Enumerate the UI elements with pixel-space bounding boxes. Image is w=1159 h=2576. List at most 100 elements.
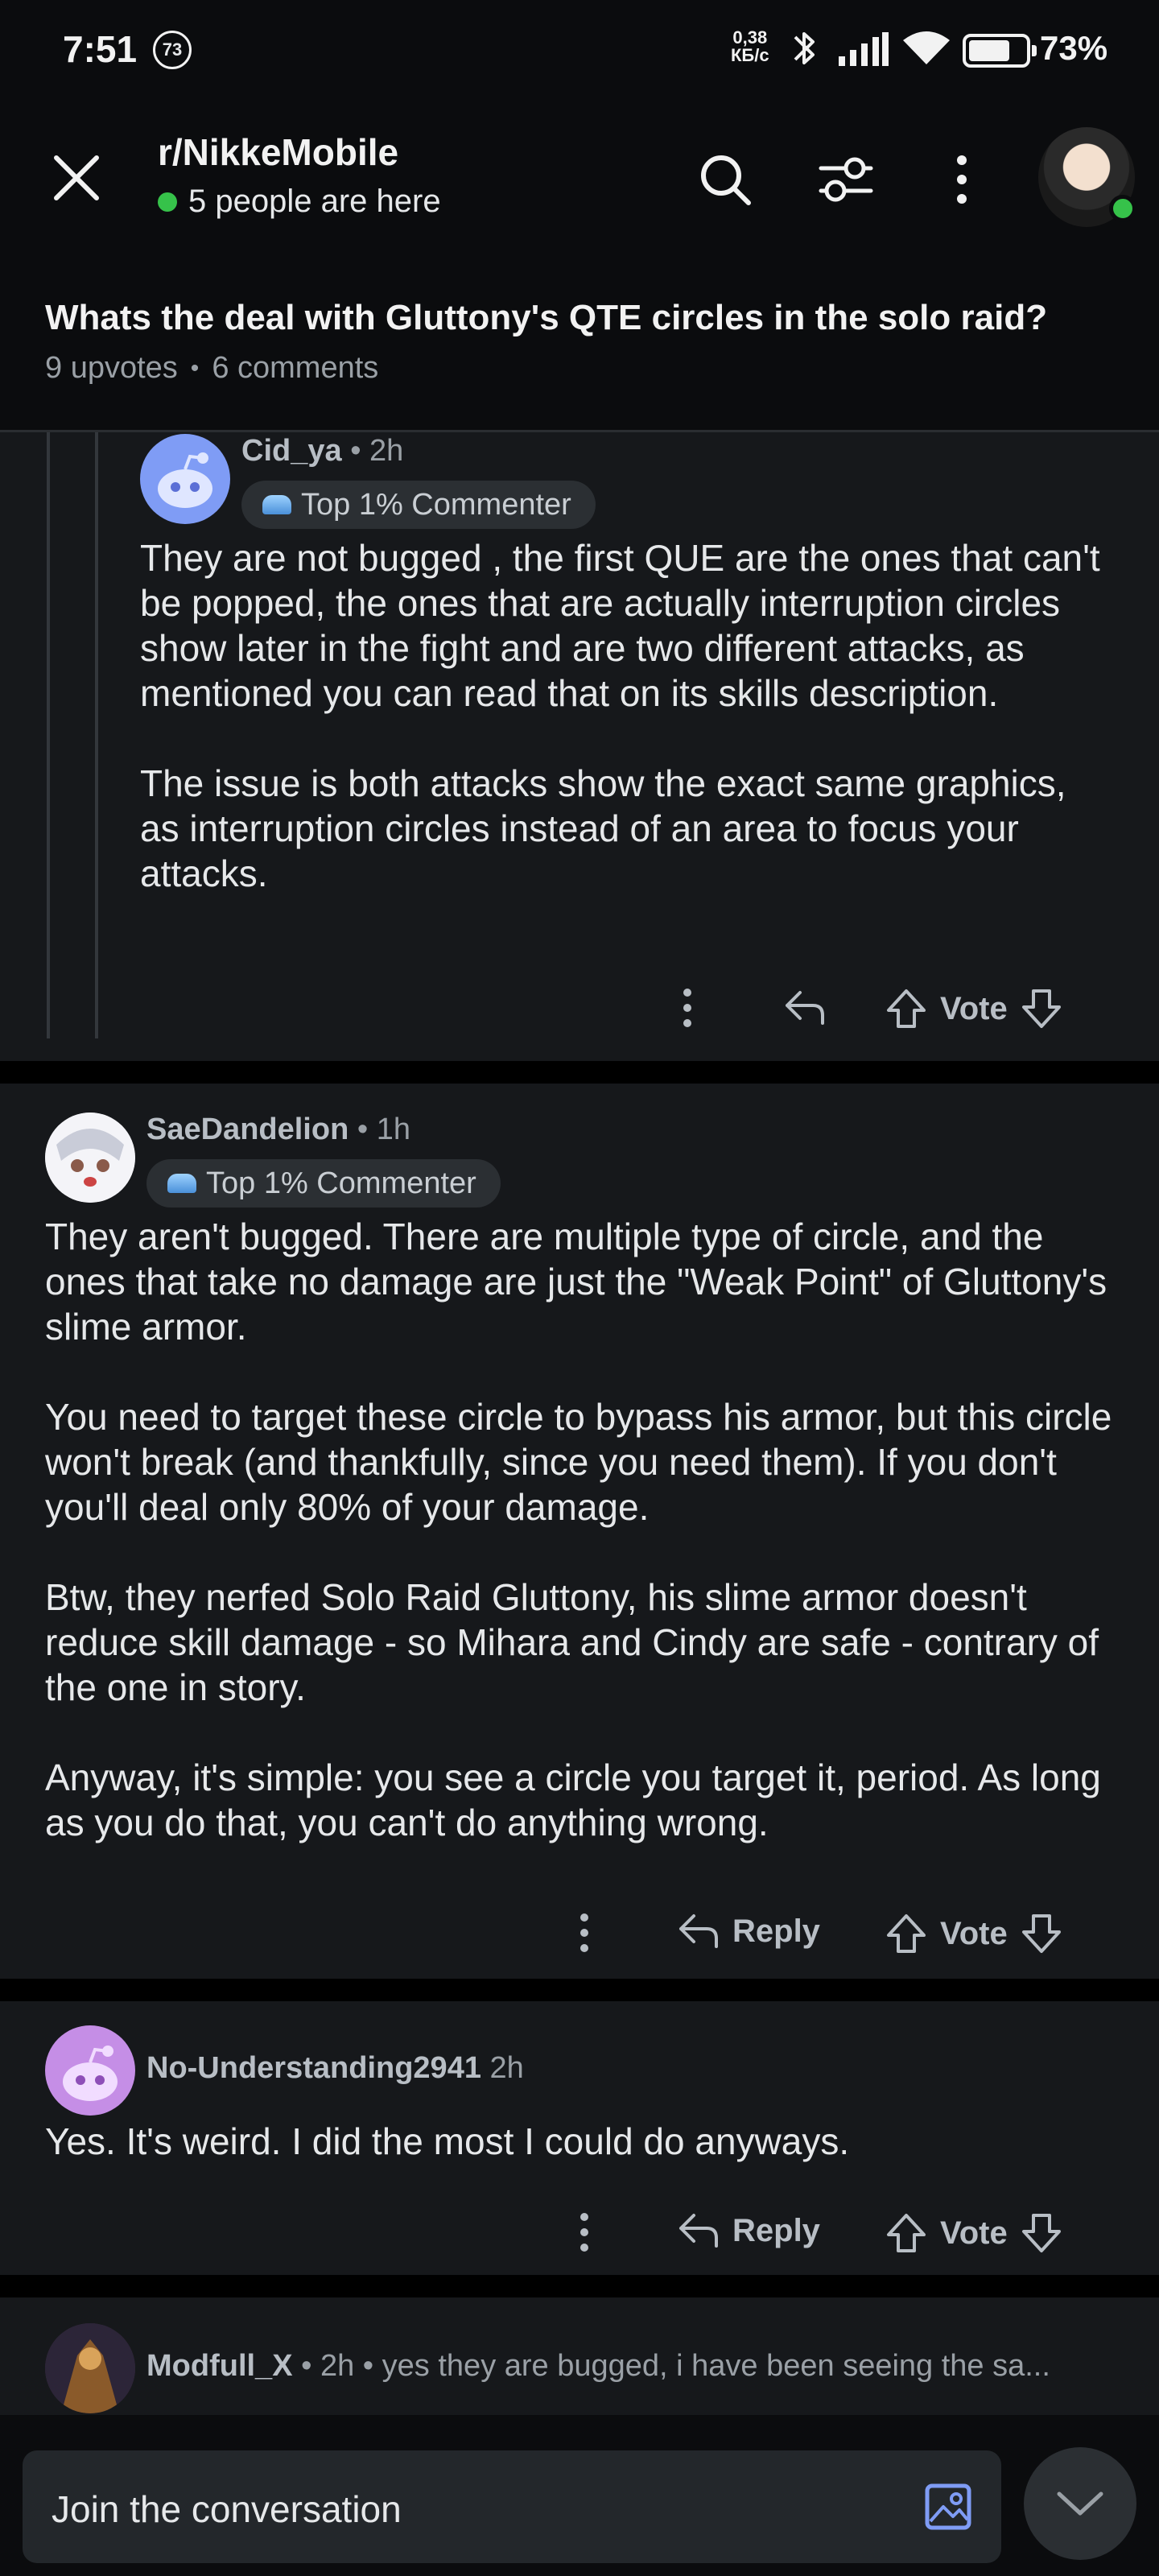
more-vertical-icon	[580, 1913, 588, 1952]
battery-percent: 73%	[1040, 29, 1108, 67]
thread-line	[47, 432, 50, 1038]
comment-thread-3: No-Understanding2941 2h Yes. It's weird.…	[0, 2001, 1159, 2275]
subreddit-name[interactable]: r/NikkeMobile	[158, 130, 398, 174]
anime-avatar-icon	[45, 1113, 135, 1203]
avatar[interactable]	[45, 1113, 135, 1203]
comment-time: 2h	[489, 2051, 524, 2085]
network-speed: 0,38 КБ/с	[731, 29, 769, 64]
username[interactable]: Cid_ya	[241, 434, 342, 468]
comment-thread-2: SaeDandelion • 1h Top 1% Commenter They …	[0, 1084, 1159, 1979]
reply-label: Reply	[732, 1913, 820, 1949]
comment-body: Yes. It's weird. I did the most I could …	[45, 2119, 1124, 2164]
commenter-badge: Top 1% Commenter	[241, 481, 596, 529]
badge-label: Top 1% Commenter	[206, 1166, 476, 1200]
comment-paragraph: You need to target these circle to bypas…	[45, 1396, 1112, 1528]
bottom-bar: Join the conversation	[0, 2415, 1159, 2576]
comment-author[interactable]: SaeDandelion • 1h	[146, 1113, 410, 1147]
vote-label: Vote	[940, 2215, 1008, 2251]
upvote-icon[interactable]	[884, 986, 929, 1031]
scroll-down-button[interactable]	[1024, 2447, 1136, 2560]
username[interactable]: Modfull_X	[146, 2349, 293, 2383]
avatar[interactable]	[45, 2025, 135, 2116]
comment-paragraph: Btw, they nerfed Solo Raid Gluttony, his…	[45, 1576, 1099, 1708]
more-vertical-icon	[580, 2213, 588, 2252]
reply-icon	[679, 2214, 718, 2248]
comment-paragraph: They aren't bugged. There are multiple t…	[45, 1216, 1107, 1348]
search-button[interactable]	[689, 143, 761, 216]
comment-preview: yes they are bugged, i have been seeing …	[382, 2349, 1050, 2383]
comment-thread-1: Cid_ya • 2h Top 1% Commenter They are no…	[0, 432, 1159, 1061]
chevron-down-icon	[1057, 2491, 1103, 2516]
more-options-button[interactable]	[926, 143, 998, 216]
badge-icon	[262, 495, 291, 514]
comment-time: • 2h	[350, 434, 404, 468]
avatar[interactable]	[45, 2323, 135, 2413]
status-bar: 7:51 73 0,38 КБ/с 73%	[0, 0, 1159, 105]
close-icon[interactable]	[48, 150, 105, 206]
composer-placeholder: Join the conversation	[52, 2488, 402, 2530]
comment-divider	[0, 1061, 1159, 1084]
avatar[interactable]	[140, 434, 230, 524]
comment-thread-4-collapsed[interactable]: Modfull_X • 2h • yes they are bugged, i …	[0, 2297, 1159, 2415]
more-vertical-icon	[683, 989, 691, 1027]
network-speed-unit: КБ/с	[731, 45, 769, 65]
comment-paragraph: Yes. It's weird. I did the most I could …	[45, 2120, 850, 2162]
reply-button[interactable]: Reply	[676, 2211, 820, 2251]
comment-paragraph: They are not bugged , the first QUE are …	[140, 537, 1100, 714]
user-avatar[interactable]	[1038, 127, 1136, 227]
clock: 7:51	[63, 28, 138, 70]
downvote-icon[interactable]	[1019, 1911, 1064, 1956]
comment-body: They aren't bugged. There are multiple t…	[45, 1214, 1124, 1845]
filter-icon	[819, 157, 873, 202]
online-dot-icon	[158, 192, 177, 212]
vote-controls: Vote	[884, 1911, 1064, 1956]
username[interactable]: No-Understanding2941	[146, 2051, 481, 2085]
notification-count-badge: 73	[153, 31, 192, 69]
comment-time: • 1h	[357, 1113, 410, 1146]
post-meta: 9 upvotes • 6 comments	[45, 351, 378, 386]
username[interactable]: SaeDandelion	[146, 1113, 349, 1146]
upvote-count: 9 upvotes	[45, 351, 178, 385]
wifi-icon	[903, 31, 950, 64]
reddit-snoo-icon	[63, 2046, 118, 2101]
comment-more-button[interactable]	[578, 1913, 591, 1953]
sort-filter-button[interactable]	[810, 143, 882, 216]
comment-author[interactable]: Cid_ya • 2h	[241, 434, 403, 469]
collapsed-comment-summary[interactable]: Modfull_X • 2h • yes they are bugged, i …	[146, 2349, 1136, 2384]
commenter-badge: Top 1% Commenter	[146, 1159, 501, 1208]
comment-divider	[0, 1979, 1159, 2001]
reply-icon	[786, 991, 824, 1025]
downvote-icon[interactable]	[1019, 986, 1064, 1031]
reply-button[interactable]: Reply	[676, 1911, 820, 1951]
post-title[interactable]: Whats the deal with Gluttony's QTE circl…	[45, 298, 1124, 338]
meta-separator: •	[190, 354, 200, 382]
vote-label: Vote	[940, 990, 1008, 1026]
comment-paragraph: Anyway, it's simple: you see a circle yo…	[45, 1757, 1101, 1843]
online-status-dot	[1109, 195, 1136, 222]
reply-label: Reply	[732, 2212, 820, 2248]
character-avatar-icon	[45, 2323, 135, 2413]
network-speed-value: 0,38	[732, 27, 768, 47]
upvote-icon[interactable]	[884, 1911, 929, 1956]
image-attach-icon[interactable]	[924, 2483, 972, 2531]
vote-controls: Vote	[884, 986, 1064, 1031]
bluetooth-icon	[794, 32, 815, 64]
comment-time: • 2h •	[301, 2349, 374, 2383]
online-count: 5 people are here	[188, 184, 441, 219]
online-indicator: 5 people are here	[158, 184, 441, 220]
app-header: r/NikkeMobile 5 people are here	[0, 105, 1159, 250]
comment-body: They are not bugged , the first QUE are …	[140, 535, 1106, 896]
battery-fill	[969, 40, 1009, 61]
comment-more-button[interactable]	[578, 2212, 591, 2252]
comment-divider	[0, 2275, 1159, 2297]
reply-button[interactable]	[782, 988, 827, 1028]
battery-icon	[963, 34, 1037, 68]
comment-more-button[interactable]	[681, 988, 694, 1028]
reply-icon	[679, 1914, 718, 1948]
upvote-icon[interactable]	[884, 2211, 929, 2256]
comment-author[interactable]: No-Understanding2941 2h	[146, 2051, 524, 2086]
reddit-snoo-icon	[158, 452, 212, 508]
downvote-icon[interactable]	[1019, 2211, 1064, 2256]
comment-count: 6 comments	[212, 351, 379, 385]
comment-composer-input[interactable]: Join the conversation	[23, 2450, 1001, 2563]
